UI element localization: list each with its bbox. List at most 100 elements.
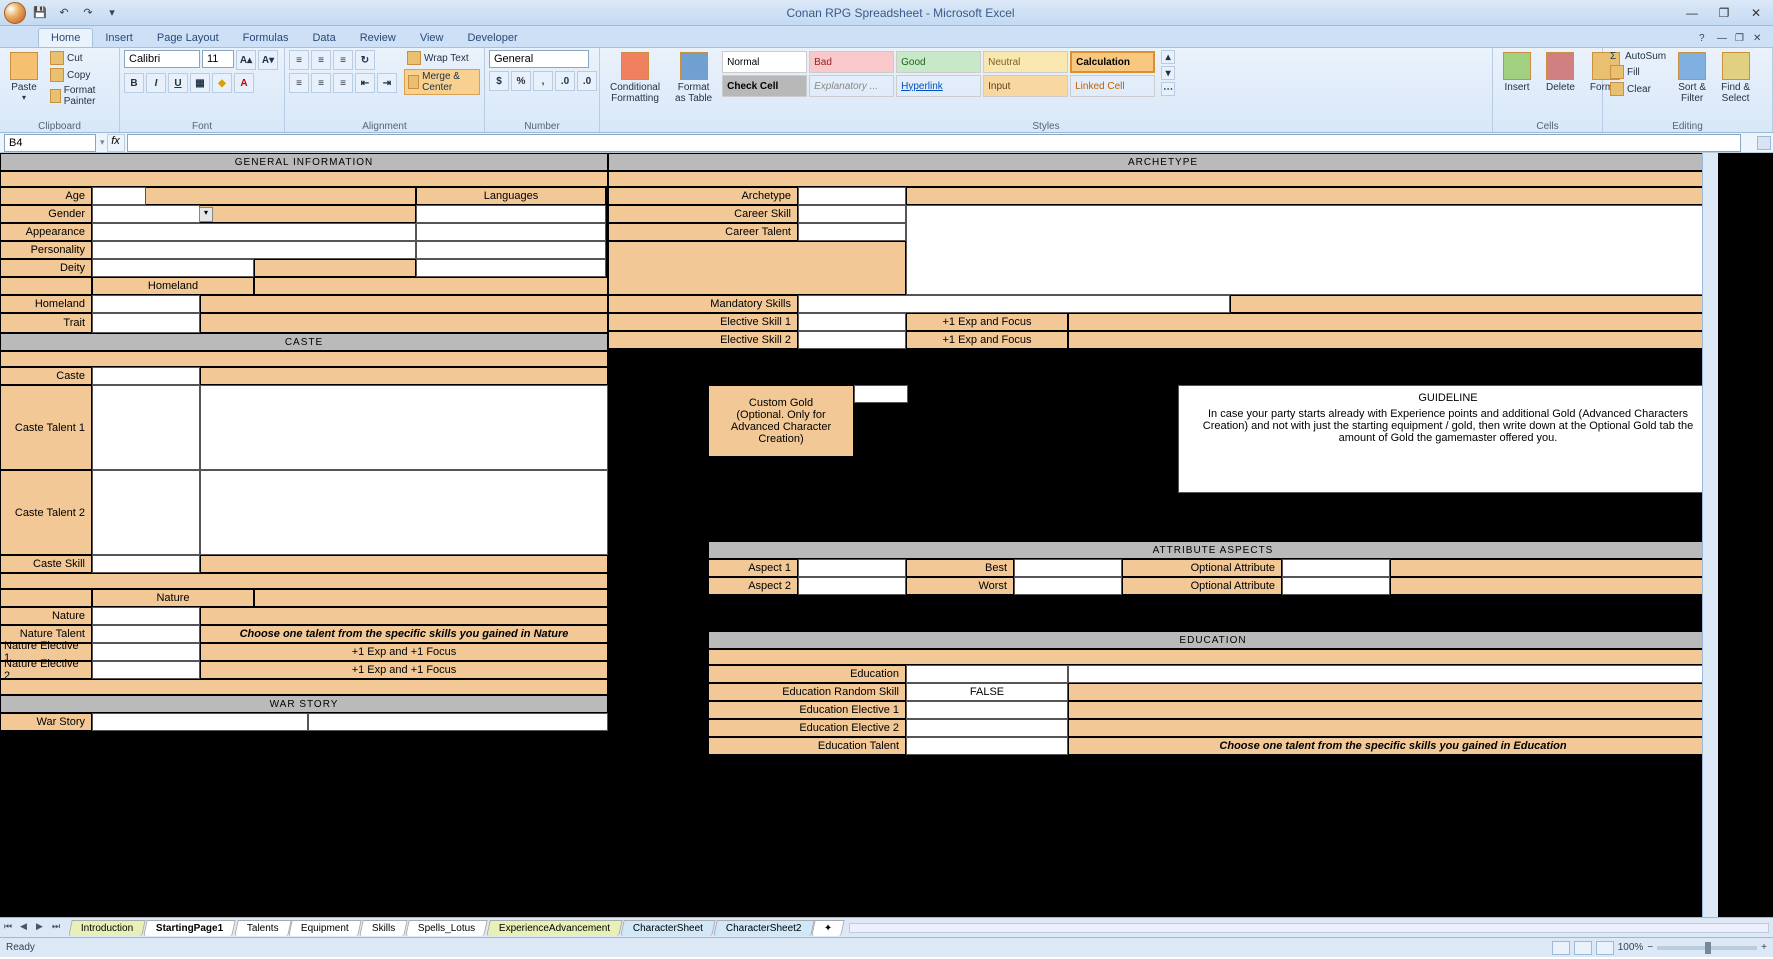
formula-expand-button[interactable] [1757,136,1771,150]
worksheet-area[interactable]: GENERAL INFORMATION Age Languages Gender… [0,153,1773,917]
input-nature-elective-1[interactable] [92,643,200,661]
input-career-talent[interactable] [798,223,906,241]
input-elective-skill-1[interactable] [798,313,906,331]
styles-more[interactable]: ⋯ [1161,82,1175,96]
sort-filter-button[interactable]: Sort & Filter [1672,50,1712,106]
fx-button[interactable]: fx [107,134,125,152]
input-education[interactable] [906,665,1068,683]
style-bad[interactable]: Bad [809,51,894,73]
sheet-tab-spells-lotus[interactable]: Spells_Lotus [406,920,489,936]
paste-button[interactable]: Paste▾ [4,50,44,104]
wrap-text-button[interactable]: Wrap Text [404,50,480,66]
shrink-font-button[interactable]: A▾ [258,50,278,70]
input-languages-1[interactable] [416,205,606,223]
border-button[interactable]: ▦ [190,73,210,93]
gender-dropdown-icon[interactable]: ▾ [199,207,213,222]
input-best[interactable] [1014,559,1122,577]
input-aspect-2[interactable] [798,577,906,595]
close-button[interactable]: ✕ [1743,4,1769,22]
style-neutral[interactable]: Neutral [983,51,1068,73]
input-war-story[interactable] [92,713,308,731]
input-nature-talent[interactable] [92,625,200,643]
sheet-tab-talents[interactable]: Talents [234,920,291,936]
merge-center-button[interactable]: Merge & Center [404,69,480,95]
sheet-nav-first[interactable]: ⏮ [4,921,18,935]
input-worst[interactable] [1014,577,1122,595]
indent-inc-button[interactable]: ⇥ [377,73,397,93]
maximize-button[interactable]: ❐ [1711,4,1737,22]
input-war-story-2[interactable] [308,713,608,731]
orientation-button[interactable]: ↻ [355,50,375,70]
office-button[interactable] [4,2,26,24]
input-nature-elective-2[interactable] [92,661,200,679]
align-center-button[interactable]: ≡ [311,73,331,93]
dec-decimal-button[interactable]: .0 [577,71,597,91]
value-edu-random[interactable]: FALSE [906,683,1068,701]
input-languages-4[interactable] [416,259,606,277]
input-gender[interactable]: ▾ [92,205,200,223]
tab-formulas[interactable]: Formulas [231,29,301,47]
font-face-dropdown[interactable]: Calibri [124,50,200,68]
input-edu-elective-1[interactable] [906,701,1068,719]
fill-button[interactable]: Fill [1607,64,1669,80]
input-languages-2[interactable] [416,223,606,241]
formula-bar[interactable] [127,134,1741,152]
input-custom-gold[interactable] [854,385,908,403]
italic-button[interactable]: I [146,73,166,93]
tab-data[interactable]: Data [300,29,347,47]
help-icon[interactable]: ? [1699,33,1713,47]
input-opt-attr-2[interactable] [1282,577,1390,595]
format-as-table-button[interactable]: Format as Table [669,50,718,106]
qat-redo[interactable]: ↷ [78,4,98,22]
style-good[interactable]: Good [896,51,981,73]
input-edu-talent[interactable] [906,737,1068,755]
tab-page-layout[interactable]: Page Layout [145,29,231,47]
input-caste[interactable] [92,367,200,385]
ribbon-restore-icon[interactable]: ❐ [1735,33,1749,47]
input-age[interactable] [92,187,146,205]
sheet-nav-last[interactable]: ⏭ [52,921,66,935]
indent-dec-button[interactable]: ⇤ [355,73,375,93]
delete-cells-button[interactable]: Delete [1540,50,1581,95]
desc-education[interactable] [1068,665,1718,683]
desc-caste-talent-1[interactable] [200,385,608,470]
clear-button[interactable]: Clear [1607,81,1669,97]
sheet-nav-next[interactable]: ▶ [36,921,50,935]
input-mandatory-skills[interactable] [798,295,1230,313]
input-career-skill[interactable] [798,205,906,223]
sheet-nav-prev[interactable]: ◀ [20,921,34,935]
input-languages-3[interactable] [416,241,606,259]
ribbon-close-icon[interactable]: ✕ [1753,33,1767,47]
sheet-tab-equipment[interactable]: Equipment [289,920,362,936]
sheet-tab-startingpage1[interactable]: StartingPage1 [144,920,237,936]
styles-scroll-down[interactable]: ▾ [1161,66,1175,80]
input-personality[interactable] [92,241,416,259]
view-page-layout-button[interactable] [1574,941,1592,955]
input-appearance[interactable] [92,223,416,241]
style-input[interactable]: Input [983,75,1068,97]
qat-save[interactable]: 💾 [30,4,50,22]
desc-caste-talent-2[interactable] [200,470,608,555]
view-normal-button[interactable] [1552,941,1570,955]
horizontal-scrollbar[interactable] [849,923,1769,933]
sheet-tab-skills[interactable]: Skills [359,920,408,936]
sheet-tab-charsheet[interactable]: CharacterSheet [620,920,715,936]
style-linked-cell[interactable]: Linked Cell [1070,75,1155,97]
zoom-out-button[interactable]: − [1647,942,1653,953]
qat-more[interactable]: ▾ [102,4,122,22]
align-middle-button[interactable]: ≡ [311,50,331,70]
tab-home[interactable]: Home [38,28,93,47]
input-caste-talent-2[interactable] [92,470,200,555]
sheet-tab-introduction[interactable]: Introduction [68,920,146,936]
sheet-tab-charsheet2[interactable]: CharacterSheet2 [713,920,814,936]
sheet-tab-experience[interactable]: ExperienceAdvancement [486,920,623,936]
cut-button[interactable]: Cut [47,50,115,66]
comma-button[interactable]: , [533,71,553,91]
find-select-button[interactable]: Find & Select [1715,50,1756,106]
align-top-button[interactable]: ≡ [289,50,309,70]
input-elective-skill-2[interactable] [798,331,906,349]
align-bottom-button[interactable]: ≡ [333,50,353,70]
font-size-dropdown[interactable]: 11 [202,50,234,68]
zoom-in-button[interactable]: + [1761,942,1767,953]
style-calculation[interactable]: Calculation [1070,51,1155,73]
